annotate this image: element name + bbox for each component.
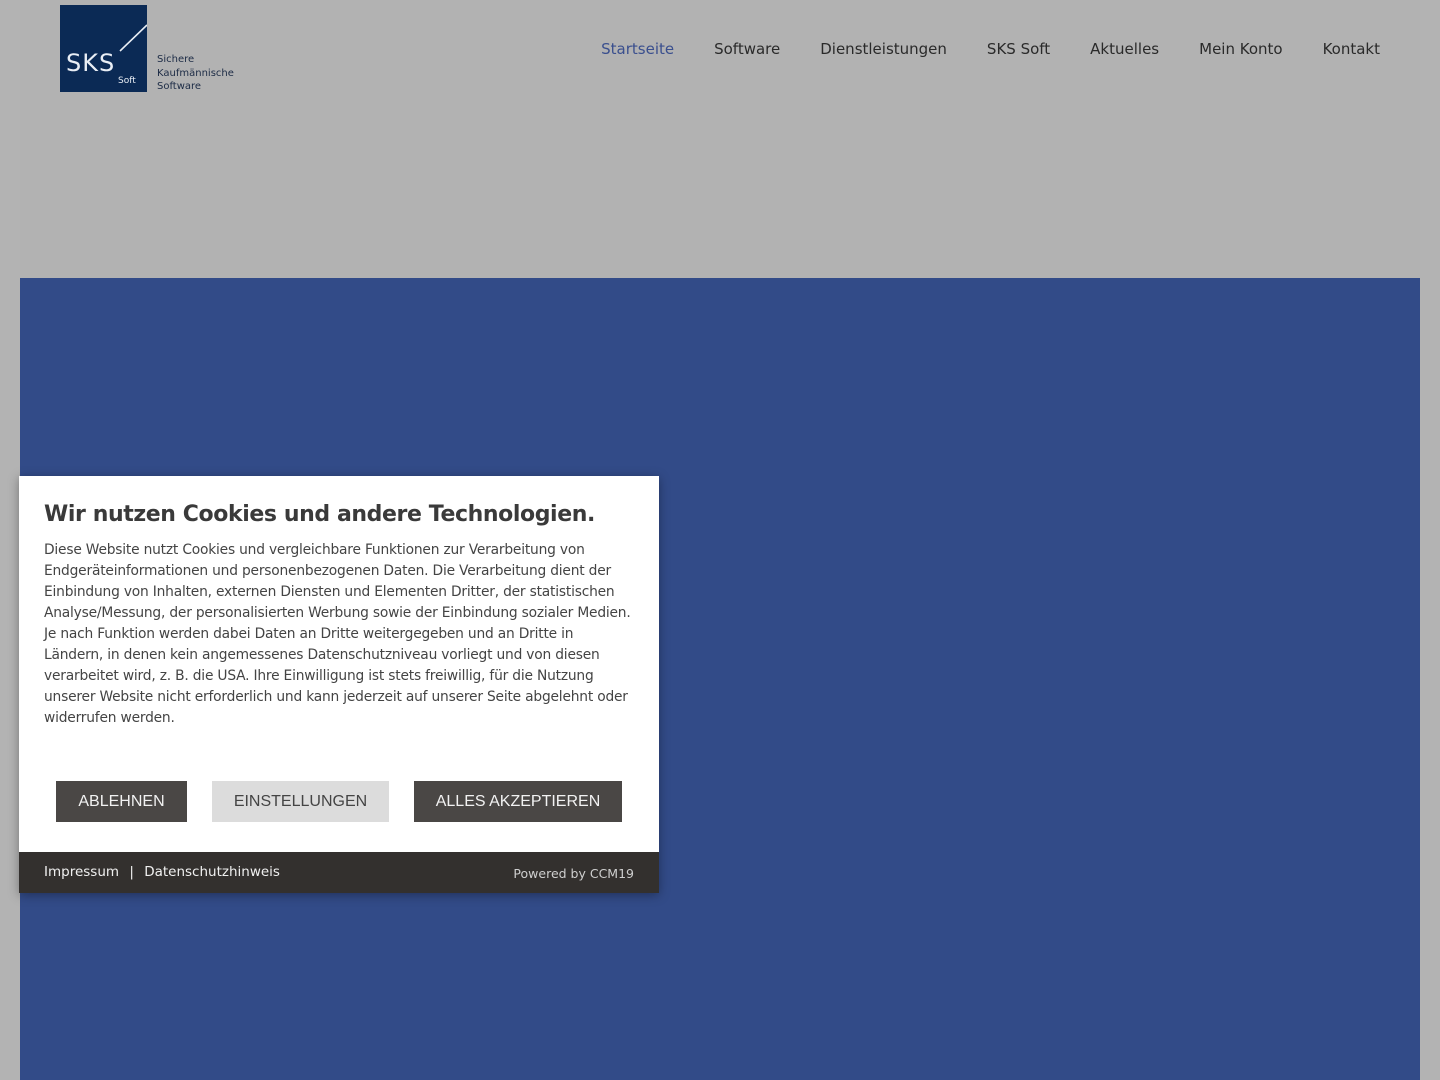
nav-item-dienstleistungen[interactable]: Dienstleistungen <box>820 40 947 58</box>
cookie-footer-links: Impressum | Datenschutzhinweis <box>44 864 280 880</box>
logo-tagline-line: Sichere <box>157 54 195 65</box>
logo-mark-box: SKS Soft <box>60 5 147 92</box>
nav-item-mein-konto[interactable]: Mein Konto <box>1199 40 1282 58</box>
cookie-dialog-text: Diese Website nutzt Cookies und vergleic… <box>44 542 631 726</box>
privacy-notice-link[interactable]: Datenschutzhinweis <box>144 864 280 880</box>
reject-cookies-button[interactable]: ABLEHNEN <box>56 781 187 822</box>
site-logo[interactable]: SKS Soft Sichere Kaufmännische Software <box>60 5 235 95</box>
logo-tagline-line: Kaufmännische <box>157 67 234 79</box>
cookie-dialog-title: Wir nutzen Cookies und andere Technologi… <box>44 502 595 527</box>
nav-item-startseite[interactable]: Startseite <box>601 40 674 58</box>
site-header: SKS Soft Sichere Kaufmännische Software … <box>20 0 1420 278</box>
logo-tagline-line: Software <box>157 81 202 92</box>
accept-all-cookies-button[interactable]: ALLES AKZEPTIEREN <box>414 781 622 822</box>
logo-tagline: Sichere Kaufmännische Software <box>157 53 234 94</box>
cookie-settings-button[interactable]: EINSTELLUNGEN <box>212 781 389 822</box>
nav-item-kontakt[interactable]: Kontakt <box>1323 40 1380 58</box>
cookie-dialog-footer: Impressum | Datenschutzhinweis Powered b… <box>19 852 659 893</box>
footer-link-separator: | <box>129 864 134 880</box>
logo-mark-text: SKS <box>66 49 116 77</box>
imprint-link[interactable]: Impressum <box>44 864 119 880</box>
logo-mark-subtext: Soft <box>118 76 136 86</box>
nav-item-sks-soft[interactable]: SKS Soft <box>987 40 1050 58</box>
nav-item-software[interactable]: Software <box>714 40 780 58</box>
main-navigation: Startseite Software Dienstleistungen SKS… <box>601 40 1380 58</box>
cookie-consent-dialog: Wir nutzen Cookies und andere Technologi… <box>19 476 659 893</box>
powered-by-text[interactable]: Powered by CCM19 <box>513 866 634 881</box>
nav-item-aktuelles[interactable]: Aktuelles <box>1090 40 1159 58</box>
